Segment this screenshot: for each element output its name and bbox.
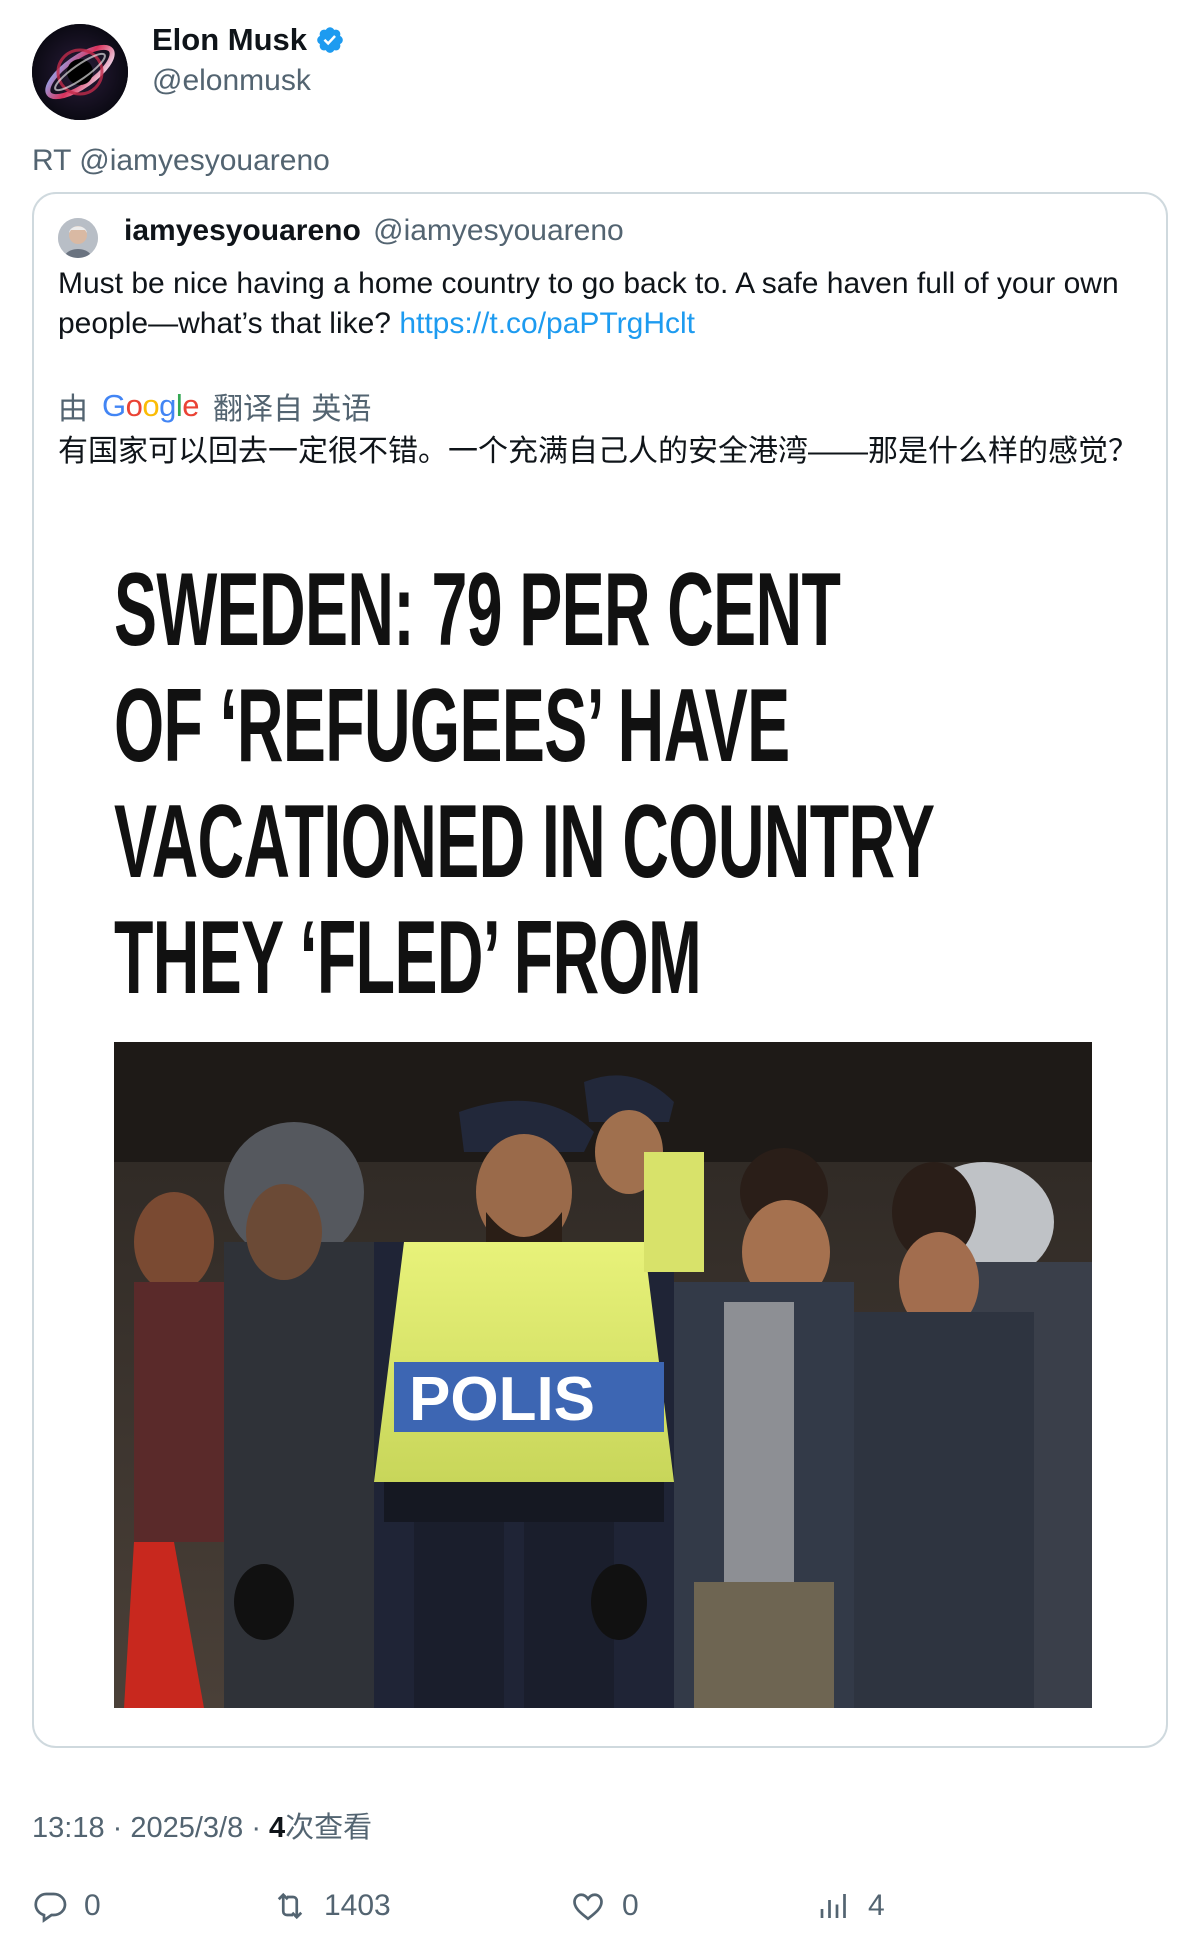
- quoted-avatar-image: [58, 218, 98, 258]
- headline-line-1: SWEDEN: 79 PER CENT: [114, 552, 841, 668]
- views-button[interactable]: 4: [816, 1888, 885, 1924]
- retweet-label[interactable]: RT @iamyesyouareno: [32, 144, 330, 178]
- headline-line-4: THEY ‘FLED’ FROM: [114, 900, 702, 1016]
- retweet-count: 1403: [324, 1889, 391, 1922]
- reply-count: 0: [84, 1889, 101, 1922]
- translation-attribution[interactable]: 由 Google 翻译自 英语: [58, 384, 371, 428]
- reply-button[interactable]: 0: [32, 1888, 101, 1924]
- heart-icon: [573, 1893, 603, 1921]
- author-handle[interactable]: @elonmusk: [152, 64, 311, 98]
- article-headline: SWEDEN: 79 PER CENT OF ‘REFUGEES’ HAVE V…: [114, 552, 1166, 1016]
- analytics-icon: [820, 1894, 846, 1918]
- retweet-icon: [277, 1892, 303, 1920]
- view-count: 4: [868, 1889, 885, 1922]
- quoted-author-handle[interactable]: @iamyesyouareno: [373, 214, 624, 247]
- google-logo: Google: [102, 388, 200, 423]
- meta-separator: ·: [112, 1812, 131, 1844]
- headline-line-2: OF ‘REFUGEES’ HAVE: [114, 668, 790, 784]
- quoted-tweet-link[interactable]: https://t.co/paPTrgHclt: [399, 307, 695, 340]
- retweet-button[interactable]: 1403: [272, 1888, 391, 1924]
- author-name-row: Elon Musk: [152, 22, 345, 58]
- quoted-tweet-text: Must be nice having a home country to go…: [58, 264, 1148, 344]
- quoted-tweet-card[interactable]: iamyesyouareno @iamyesyouareno Must be n…: [32, 192, 1168, 1748]
- tweet-meta: 13:18 · 2025/3/8 · 4次查看: [32, 1804, 372, 1846]
- views-label: 次查看: [285, 1812, 373, 1844]
- meta-separator: ·: [251, 1812, 270, 1844]
- quoted-author-row: iamyesyouareno @iamyesyouareno: [124, 214, 624, 248]
- like-button[interactable]: 0: [570, 1888, 639, 1924]
- reply-icon: [34, 1892, 67, 1923]
- tweet-date[interactable]: 2025/3/8: [130, 1812, 243, 1844]
- quoted-author-avatar[interactable]: [58, 218, 98, 258]
- tweet-time[interactable]: 13:18: [32, 1812, 105, 1844]
- translate-prefix: 由: [58, 393, 88, 426]
- views-count: 4: [269, 1812, 286, 1844]
- translated-text: 有国家可以回去一定很不错。一个充满自己人的安全港湾——那是什么样的感觉？: [58, 435, 1138, 468]
- article-photo[interactable]: POLIS: [114, 1042, 1092, 1708]
- tweet-page: Elon Musk @elonmusk RT @iamyesyouareno i…: [0, 0, 1196, 1946]
- quoted-author-name[interactable]: iamyesyouareno: [124, 214, 361, 247]
- author-avatar[interactable]: [32, 24, 128, 120]
- action-bar: 0 1403 0 4: [32, 1888, 1168, 1932]
- translate-suffix: 翻译自 英语: [213, 393, 372, 426]
- verified-badge-icon: [317, 27, 343, 53]
- blackhole-avatar-image: [32, 24, 128, 120]
- police-escort-photo: POLIS: [114, 1042, 1092, 1708]
- headline-line-3: VACATIONED IN COUNTRY: [114, 784, 935, 900]
- like-count: 0: [622, 1889, 639, 1922]
- author-name[interactable]: Elon Musk: [152, 22, 307, 58]
- photo-vest-text: POLIS: [409, 1365, 595, 1434]
